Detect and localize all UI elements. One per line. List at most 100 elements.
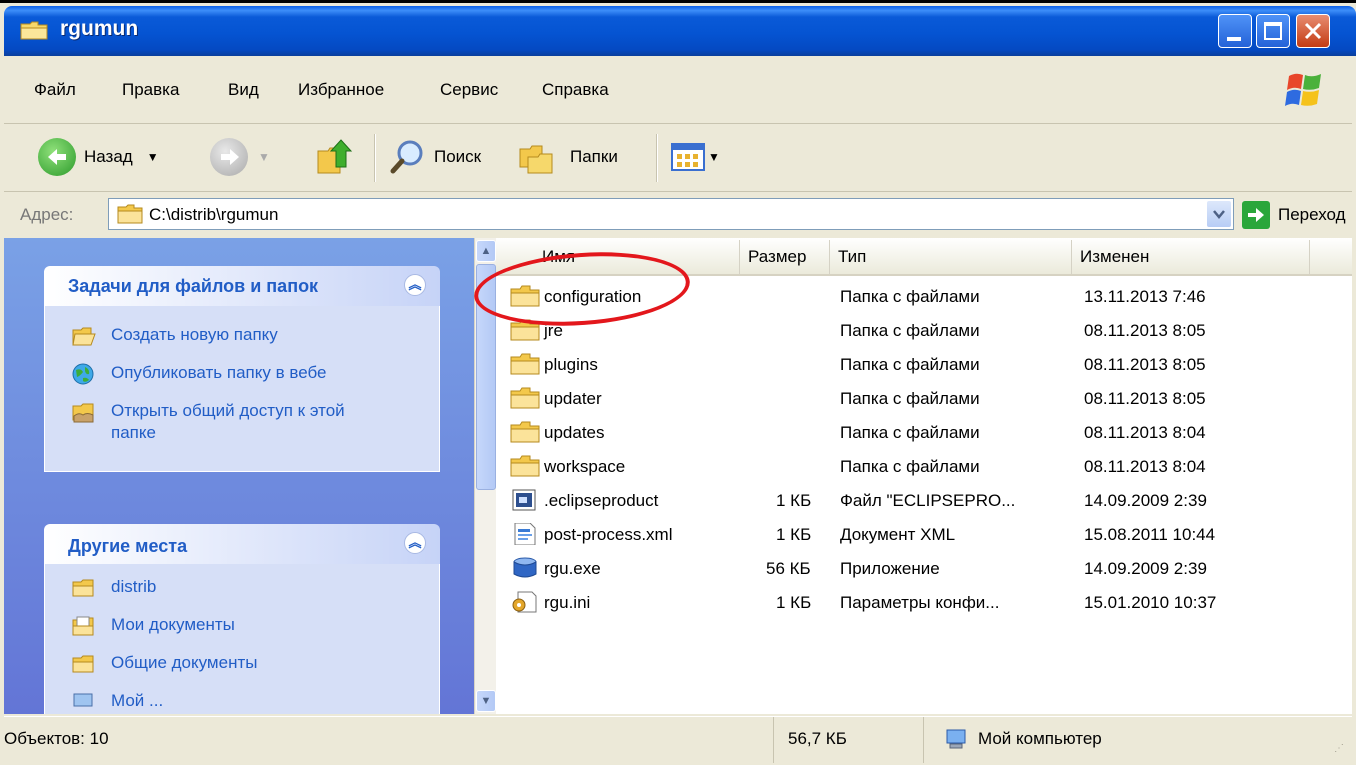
- folders-label: Папки: [570, 147, 618, 166]
- tasks-panel-header[interactable]: Задачи для файлов и папок ︽: [44, 266, 440, 306]
- go-button[interactable]: Переход: [1242, 200, 1346, 230]
- up-folder-icon: [317, 139, 353, 174]
- scroll-up-button[interactable]: ▲: [476, 240, 496, 262]
- address-bar: Адрес: C:\distrib\rgumun Переход: [4, 192, 1352, 238]
- collapse-icon[interactable]: ︽: [404, 532, 426, 554]
- views-button[interactable]: ▼: [670, 134, 720, 180]
- folders-button[interactable]: Папки: [516, 134, 618, 180]
- toolbar: Назад ▼ ▼ Поиск Папки ▼: [4, 124, 1352, 192]
- column-modified[interactable]: Изменен: [1072, 240, 1310, 274]
- my-documents-icon: [72, 616, 94, 636]
- forward-button[interactable]: ▼: [210, 134, 270, 180]
- menu-view[interactable]: Вид: [228, 80, 259, 100]
- file-row[interactable]: updater Папка с файлами 08.11.2013 8:05: [496, 382, 1352, 416]
- maximize-button[interactable]: [1256, 14, 1290, 48]
- search-label: Поиск: [434, 147, 482, 166]
- views-icon: [671, 143, 705, 171]
- folder-icon: [510, 421, 540, 443]
- file-modified: 14.09.2009 2:39: [1084, 559, 1207, 578]
- file-name: plugins: [544, 355, 598, 374]
- address-input[interactable]: C:\distrib\rgumun: [108, 198, 1234, 230]
- file-modified: 08.11.2013 8:05: [1084, 389, 1206, 408]
- file-size: 1 КБ: [776, 491, 812, 510]
- explorer-window: rgumun Файл Правка Вид Избранное Сервис …: [0, 0, 1356, 765]
- menu-tools[interactable]: Сервис: [440, 80, 498, 100]
- place-distrib[interactable]: distrib: [71, 576, 156, 600]
- status-size: 56,7 КБ: [788, 729, 847, 748]
- file-name: post-process.xml: [544, 525, 673, 544]
- top-border: [0, 0, 1356, 3]
- share-folder-icon: [72, 403, 94, 423]
- search-button[interactable]: Поиск: [388, 134, 481, 180]
- tasks-panel-title: Задачи для файлов и папок: [68, 276, 319, 296]
- resize-grip-icon[interactable]: ⋰: [1334, 743, 1344, 754]
- places-panel: Другие места ︽ distrib Мои документы Общ…: [44, 524, 440, 714]
- address-dropdown-button[interactable]: [1207, 201, 1231, 227]
- file-type: Папка с файлами: [840, 457, 980, 476]
- toolbar-separator: [656, 134, 658, 182]
- chevron-down-icon: [1213, 210, 1225, 219]
- forward-icon: [210, 138, 248, 176]
- new-folder-icon: [72, 327, 96, 346]
- go-label: Переход: [1278, 205, 1346, 224]
- menu-favorites[interactable]: Избранное: [298, 80, 384, 100]
- place-my-documents[interactable]: Мои документы: [71, 614, 235, 638]
- place-shared-documents[interactable]: Общие документы: [71, 652, 257, 676]
- menu-edit[interactable]: Правка: [122, 80, 179, 100]
- task-label: Создать новую папку: [111, 325, 278, 344]
- task-publish-web[interactable]: Опубликовать папку в вебе: [71, 362, 326, 386]
- file-modified: 08.11.2013 8:04: [1084, 423, 1206, 442]
- scroll-down-button[interactable]: ▼: [476, 690, 496, 712]
- folder-icon: [510, 353, 540, 375]
- title-bar[interactable]: rgumun: [4, 6, 1356, 56]
- task-share-folder[interactable]: Открыть общий доступ к этой папке: [71, 400, 381, 444]
- minimize-icon: [1227, 37, 1241, 41]
- file-row[interactable]: plugins Папка с файлами 08.11.2013 8:05: [496, 348, 1352, 382]
- file-row[interactable]: post-process.xml 1 КБ Документ XML 15.08…: [496, 518, 1352, 552]
- file-type: Папка с файлами: [840, 287, 980, 306]
- close-button[interactable]: [1296, 14, 1330, 48]
- ini-file-icon: [512, 591, 537, 613]
- file-modified: 13.11.2013 7:46: [1084, 287, 1206, 306]
- up-folder-button[interactable]: [314, 134, 354, 180]
- file-row[interactable]: workspace Папка с файлами 08.11.2013 8:0…: [496, 450, 1352, 484]
- file-modified: 15.08.2011 10:44: [1084, 525, 1216, 544]
- chevron-down-icon[interactable]: ▼: [147, 150, 159, 164]
- back-button[interactable]: Назад ▼: [38, 134, 159, 180]
- status-size-cell: 56,7 КБ: [774, 717, 924, 763]
- minimize-button[interactable]: [1218, 14, 1252, 48]
- file-type: Папка с файлами: [840, 423, 980, 442]
- file-name: workspace: [544, 457, 626, 476]
- file-name: updater: [544, 389, 602, 408]
- file-row[interactable]: rgu.ini 1 КБ Параметры конфи... 15.01.20…: [496, 586, 1352, 620]
- close-icon: [1304, 22, 1322, 40]
- task-label: Открыть общий доступ к этой папке: [111, 401, 345, 442]
- file-row[interactable]: updates Папка с файлами 08.11.2013 8:04: [496, 416, 1352, 450]
- menu-help[interactable]: Справка: [542, 80, 609, 100]
- task-new-folder[interactable]: Создать новую папку: [71, 324, 278, 348]
- address-label: Адрес:: [20, 205, 74, 224]
- file-row[interactable]: rgu.exe 56 КБ Приложение 14.09.2009 2:39: [496, 552, 1352, 586]
- column-size[interactable]: Размер: [740, 240, 830, 274]
- file-name: rgu.exe: [544, 559, 601, 578]
- places-panel-header[interactable]: Другие места ︽: [44, 524, 440, 564]
- xml-file-icon: [514, 523, 536, 545]
- place-label: Мой ...: [111, 691, 164, 710]
- status-objects: Объектов: 10: [4, 729, 109, 748]
- folder-icon: [510, 455, 540, 477]
- file-row[interactable]: .eclipseproduct 1 КБ Файл "ECLIPSEPRO...…: [496, 484, 1352, 518]
- file-name: updates: [544, 423, 605, 442]
- chevron-down-icon[interactable]: ▼: [258, 150, 270, 164]
- back-icon: [38, 138, 76, 176]
- column-type[interactable]: Тип: [830, 240, 1072, 274]
- menu-file[interactable]: Файл: [34, 80, 76, 100]
- window-title: rgumun: [60, 17, 139, 40]
- place-network[interactable]: Мой ...: [71, 690, 163, 714]
- go-arrow-icon: [1242, 201, 1270, 229]
- file-type: Папка с файлами: [840, 389, 980, 408]
- status-bar: Объектов: 10 56,7 КБ Мой компьютер ⋰: [4, 716, 1352, 763]
- file-modified: 14.09.2009 2:39: [1084, 491, 1207, 510]
- status-location-cell: Мой компьютер ⋰: [924, 717, 1352, 763]
- collapse-icon[interactable]: ︽: [404, 274, 426, 296]
- chevron-down-icon[interactable]: ▼: [708, 150, 720, 164]
